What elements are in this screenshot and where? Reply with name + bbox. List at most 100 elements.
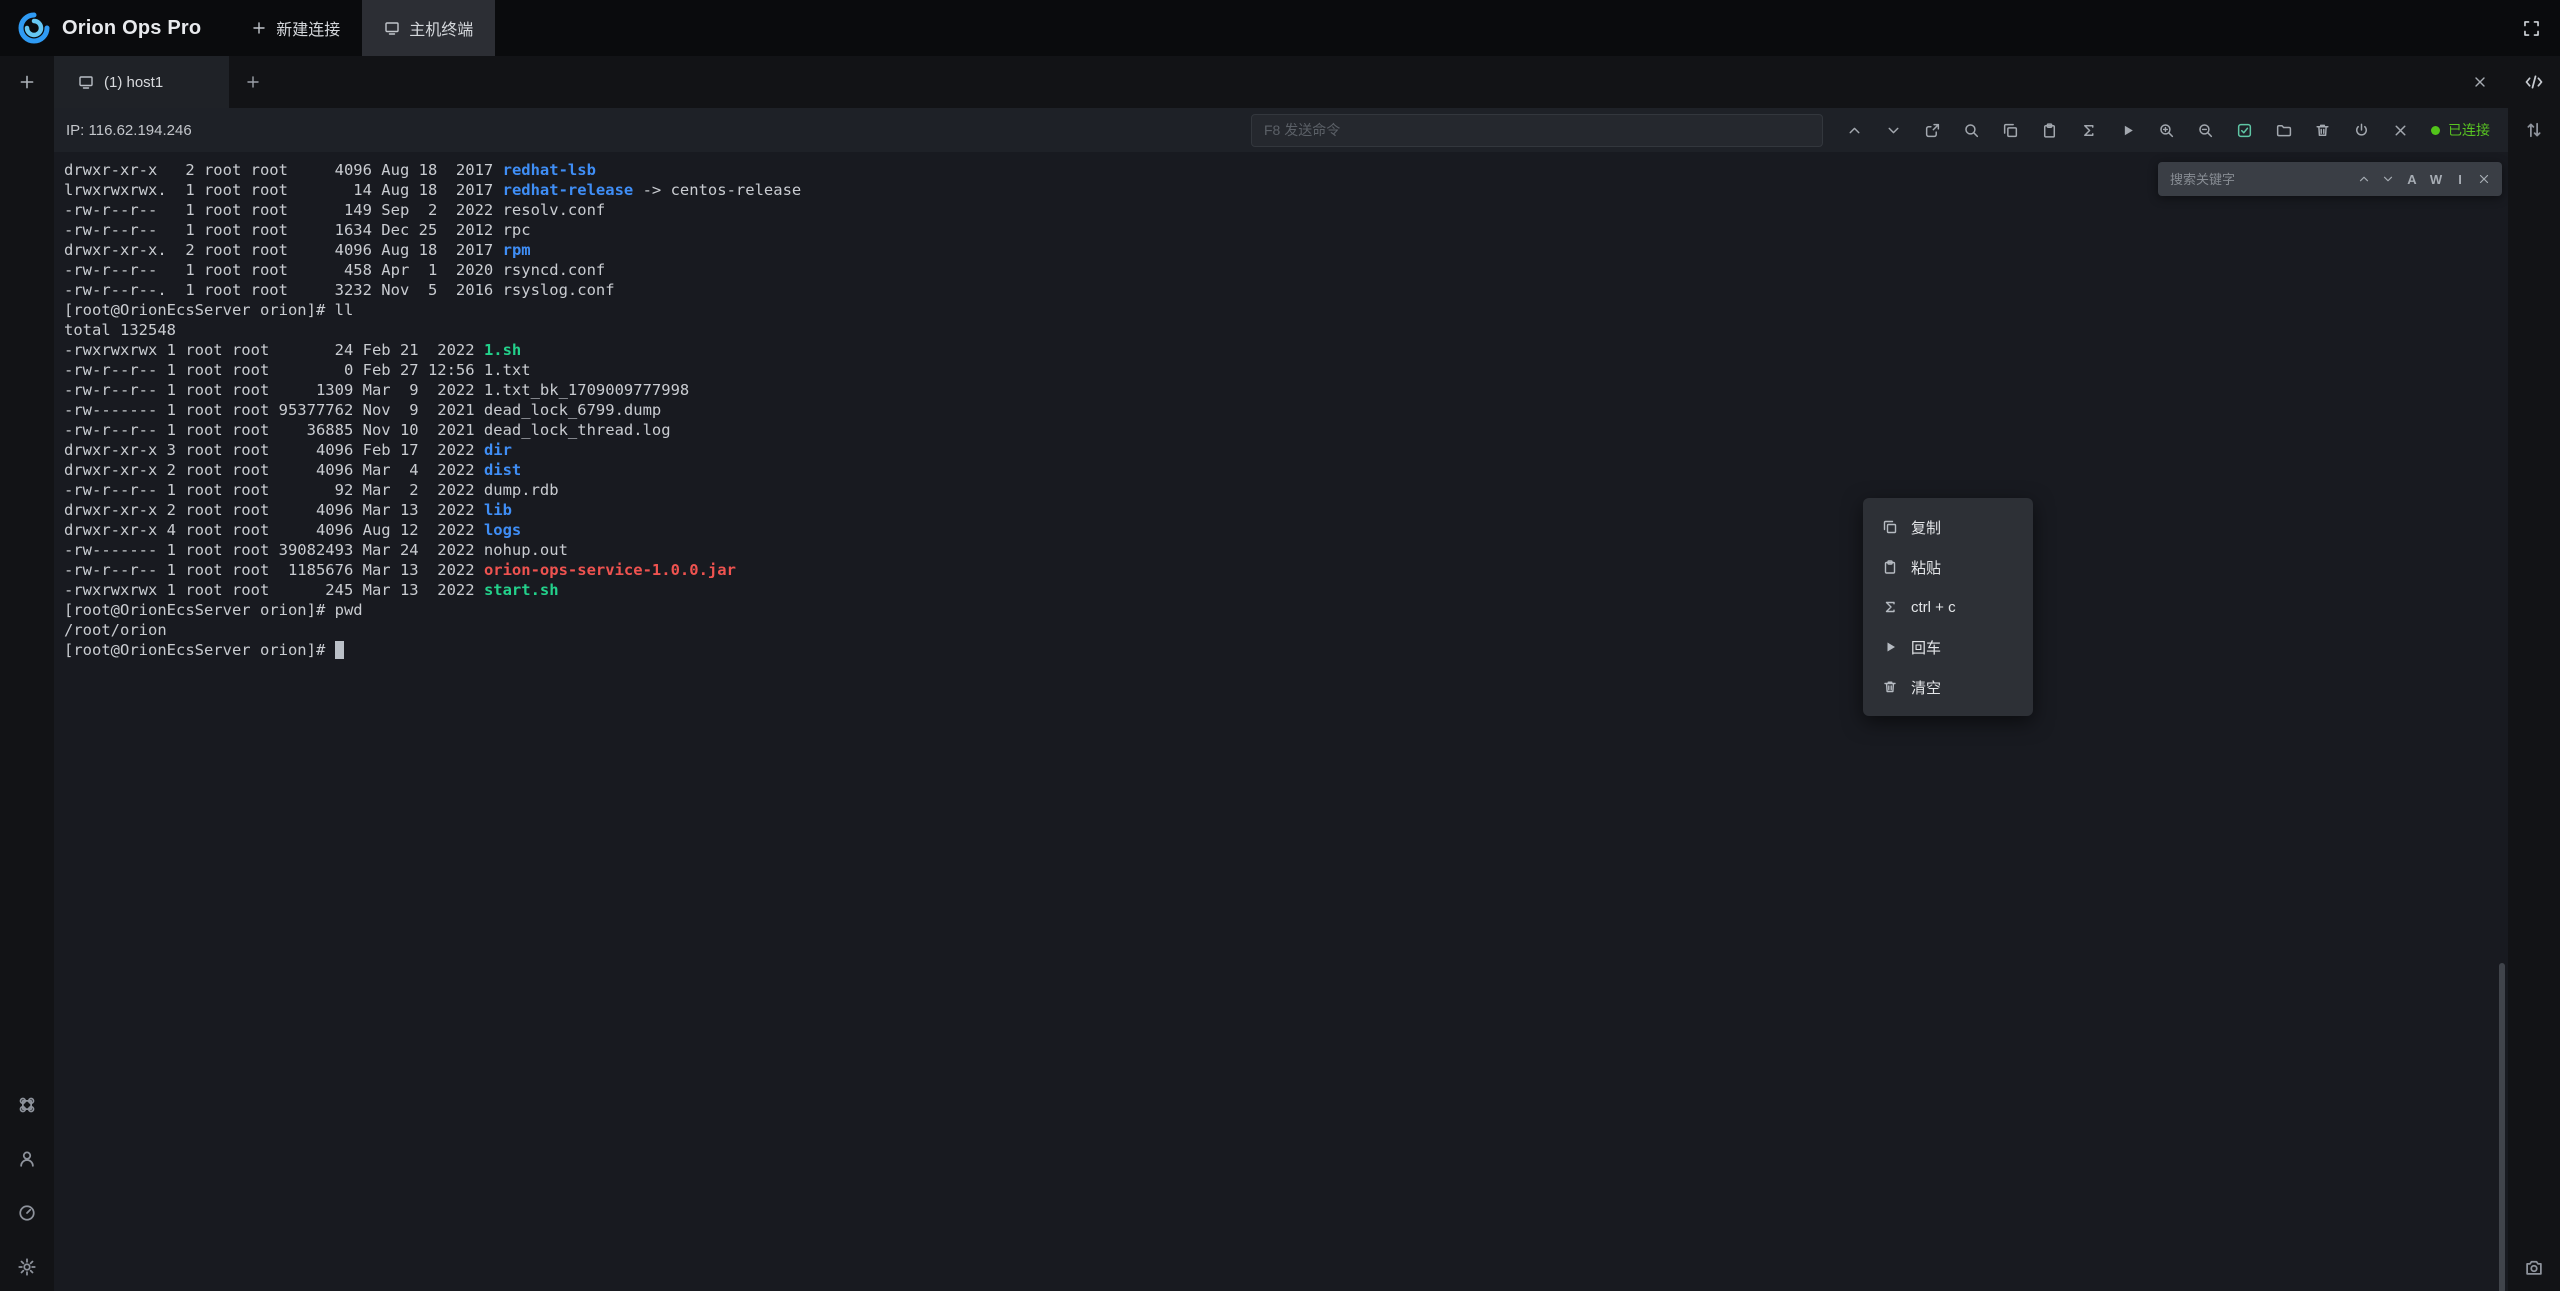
add-tab-button[interactable] bbox=[229, 56, 277, 108]
swap-vertical-button[interactable] bbox=[2508, 108, 2560, 152]
new-connection-button[interactable]: 新建连接 bbox=[229, 0, 362, 56]
terminal-text-segment: -> centos-release bbox=[633, 181, 801, 199]
terminal-text-segment: drwxr-xr-x 2 root root 4096 Mar 13 2022 bbox=[64, 501, 484, 519]
terminal-line: drwxr-xr-x. 2 root root 4096 Aug 18 2017… bbox=[64, 240, 801, 260]
terminal-text-segment: drwxr-xr-x. 2 root root 4096 Aug 18 2017 bbox=[64, 241, 503, 259]
terminal-text-segment: -rw-r--r-- 1 root root 1634 Dec 25 2012 … bbox=[64, 221, 531, 239]
context-menu-item-label: 清空 bbox=[1911, 677, 1941, 698]
dashboard-button[interactable] bbox=[17, 1203, 37, 1223]
context-menu-item-label: ctrl + c bbox=[1911, 599, 1956, 616]
terminal-text-segment: logs bbox=[484, 521, 521, 539]
search-close-button[interactable] bbox=[2472, 167, 2496, 191]
close-button[interactable] bbox=[2383, 115, 2417, 145]
send-command-input[interactable] bbox=[1251, 114, 1823, 147]
terminal-text-segment: 1.sh bbox=[484, 341, 521, 359]
terminal-line: -rw-r--r-- 1 root root 149 Sep 2 2022 re… bbox=[64, 200, 801, 220]
sigma-button[interactable] bbox=[2071, 115, 2105, 145]
sigma-icon bbox=[2080, 122, 2097, 139]
terminal-text-segment: -rw------- 1 root root 39082493 Mar 24 2… bbox=[64, 541, 568, 559]
expand-button[interactable] bbox=[1915, 115, 1949, 145]
chevron-up-button[interactable] bbox=[1837, 115, 1871, 145]
terminal-cursor bbox=[335, 641, 344, 659]
toolbar-icons bbox=[1837, 115, 2417, 145]
left-sidebar-bottom bbox=[17, 1095, 37, 1291]
context-menu: 复制粘贴 ctrl + c 回车清空 bbox=[1863, 498, 2033, 716]
zoom-in-button[interactable] bbox=[2149, 115, 2183, 145]
search-next-button[interactable] bbox=[2376, 167, 2400, 191]
user-button[interactable] bbox=[17, 1149, 37, 1169]
folder-button[interactable] bbox=[2266, 115, 2300, 145]
chevron-down-icon bbox=[1885, 122, 1902, 139]
terminal-text-segment: -rw-r--r-- 1 root root 1185676 Mar 13 20… bbox=[64, 561, 484, 579]
context-menu-item-play[interactable]: 回车 bbox=[1863, 627, 2033, 667]
search-buttons: AWI bbox=[2352, 167, 2496, 191]
host-terminal-nav[interactable]: 主机终端 bbox=[362, 0, 495, 56]
close-icon bbox=[2472, 74, 2488, 90]
terminal-line: [root@OrionEcsServer orion]# bbox=[64, 640, 801, 660]
paste-button[interactable] bbox=[2032, 115, 2066, 145]
terminal-line: -rw------- 1 root root 95377762 Nov 9 20… bbox=[64, 400, 801, 420]
chevron-up-icon bbox=[2357, 172, 2371, 186]
terminal-text-segment: -rw-r--r-- 1 root root 36885 Nov 10 2021… bbox=[64, 421, 671, 439]
paste-icon bbox=[1882, 559, 1898, 575]
new-connection-label: 新建连接 bbox=[276, 16, 340, 40]
topbar-spacer bbox=[495, 0, 2502, 56]
code-button[interactable] bbox=[2508, 56, 2560, 108]
context-menu-item-paste[interactable]: 粘贴 bbox=[1863, 547, 2033, 587]
search-case-sensitive-button[interactable]: A bbox=[2400, 167, 2424, 191]
play-button[interactable] bbox=[2110, 115, 2144, 145]
settings-button[interactable] bbox=[17, 1257, 37, 1277]
context-menu-item-trash[interactable]: 清空 bbox=[1863, 667, 2033, 707]
play-icon bbox=[2119, 122, 2136, 139]
folder-icon bbox=[2275, 122, 2292, 139]
status-label: 已连接 bbox=[2448, 120, 2490, 140]
monitor-icon bbox=[78, 74, 94, 90]
monitor-icon bbox=[384, 20, 400, 36]
terminal-line: drwxr-xr-x 2 root root 4096 Aug 18 2017 … bbox=[64, 160, 801, 180]
zoom-out-button[interactable] bbox=[2188, 115, 2222, 145]
fullscreen-button[interactable] bbox=[2502, 0, 2560, 56]
power-button[interactable] bbox=[2344, 115, 2378, 145]
tab-host1[interactable]: (1) host1 bbox=[54, 56, 229, 108]
scrollbar-thumb[interactable] bbox=[2499, 963, 2505, 1291]
context-menu-item-sigma[interactable]: ctrl + c bbox=[1863, 587, 2033, 627]
search-button[interactable] bbox=[1954, 115, 1988, 145]
command-button[interactable] bbox=[17, 1095, 37, 1115]
app-title: Orion Ops Pro bbox=[62, 17, 201, 40]
context-menu-item-copy[interactable]: 复制 bbox=[1863, 507, 2033, 547]
checkbox-icon bbox=[2236, 122, 2253, 139]
checkbox-button[interactable] bbox=[2227, 115, 2261, 145]
trash-button[interactable] bbox=[2305, 115, 2339, 145]
search-regex-button[interactable]: I bbox=[2448, 167, 2472, 191]
terminal-text-segment: redhat-lsb bbox=[503, 161, 596, 179]
terminal-area[interactable]: drwxr-xr-x 2 root root 4096 Aug 18 2017 … bbox=[54, 152, 2508, 1291]
copy-icon bbox=[2002, 122, 2019, 139]
terminal-text-segment: drwxr-xr-x 2 root root 4096 Aug 18 2017 bbox=[64, 161, 503, 179]
terminal-line: [root@OrionEcsServer orion]# ll bbox=[64, 300, 801, 320]
new-terminal-button[interactable] bbox=[0, 56, 54, 108]
search-input[interactable] bbox=[2170, 172, 2352, 187]
expand-icon bbox=[1924, 122, 1941, 139]
tabbar-close-button[interactable] bbox=[2452, 56, 2508, 108]
terminal-text-segment: total 132548 bbox=[64, 321, 176, 339]
close-icon bbox=[2477, 172, 2491, 186]
search-widget: AWI bbox=[2158, 162, 2502, 196]
connection-status: 已连接 bbox=[2431, 120, 2490, 140]
terminal-text-segment: drwxr-xr-x 3 root root 4096 Feb 17 2022 bbox=[64, 441, 484, 459]
camera-button[interactable] bbox=[2524, 1257, 2544, 1277]
terminal-text-segment: -rw-r--r-- 1 root root 92 Mar 2 2022 dum… bbox=[64, 481, 559, 499]
context-menu-item-label: 复制 bbox=[1911, 517, 1941, 538]
search-icon bbox=[1963, 122, 1980, 139]
copy-button[interactable] bbox=[1993, 115, 2027, 145]
search-whole-word-button[interactable]: W bbox=[2424, 167, 2448, 191]
terminal-line: drwxr-xr-x 2 root root 4096 Mar 13 2022 … bbox=[64, 500, 801, 520]
search-prev-button[interactable] bbox=[2352, 167, 2376, 191]
terminal-text-segment: [root@OrionEcsServer orion]# ll bbox=[64, 301, 353, 319]
zoom-out-icon bbox=[2197, 122, 2214, 139]
copy-icon bbox=[1882, 519, 1898, 535]
code-icon bbox=[2524, 72, 2544, 92]
paste-icon bbox=[2041, 122, 2058, 139]
settings-icon bbox=[17, 1257, 37, 1277]
chevron-down-button[interactable] bbox=[1876, 115, 1910, 145]
plus-icon bbox=[18, 73, 36, 91]
